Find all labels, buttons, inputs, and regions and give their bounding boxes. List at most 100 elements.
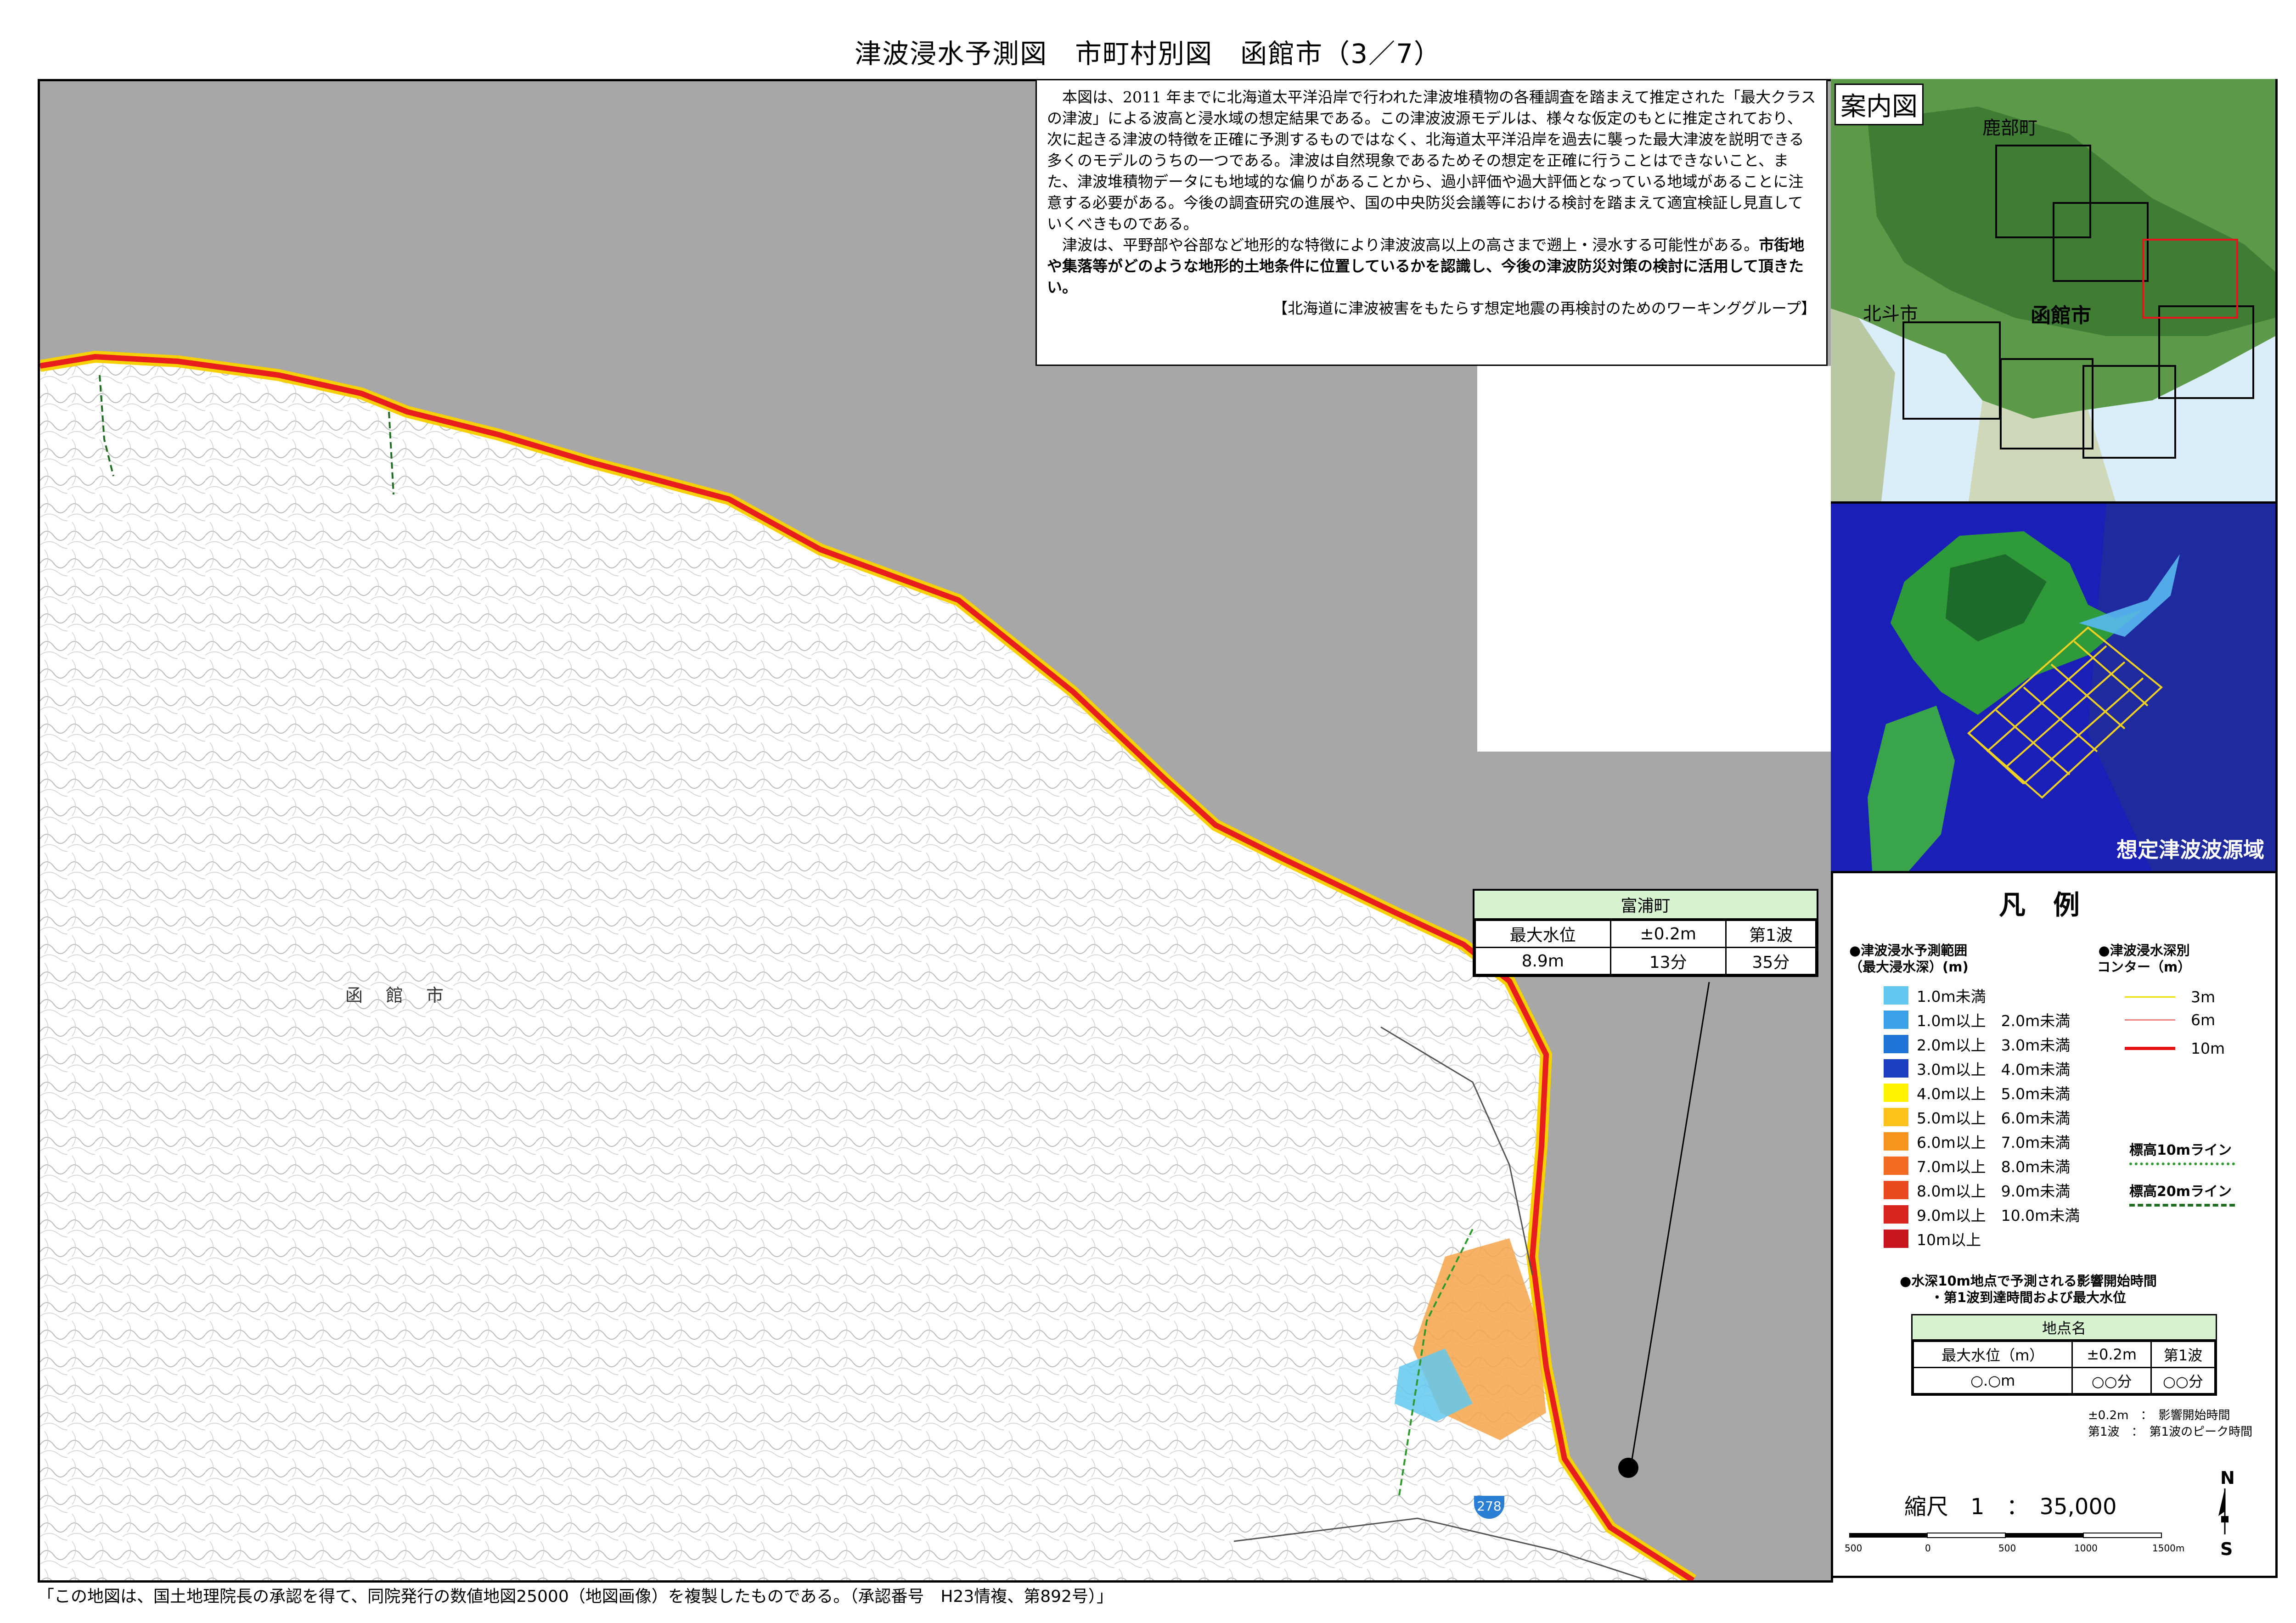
scale-tick-500: 500	[1998, 1543, 2016, 1554]
notice-paragraph-2: 津波は、平野部や谷部など地形的な特徴により津波波高以上の高さまで遡上・浸水する可…	[1047, 235, 1816, 298]
sample-station-box: 地点名 最大水位（m） ±0.2m 第1波 ○.○m ○○分 ○○分	[1911, 1314, 2217, 1396]
station-header-max: 最大水位	[1474, 920, 1611, 948]
sample-station-table: 最大水位（m） ±0.2m 第1波 ○.○m ○○分 ○○分	[1912, 1341, 2216, 1394]
depth-class-row: 3.0m以上 4.0m未満	[1884, 1057, 2070, 1079]
scale-tick-1000: 1000	[2074, 1543, 2098, 1554]
elevation-line-20m	[2129, 1204, 2235, 1207]
depth-class-label: 7.0m以上 8.0m未満	[1917, 1158, 2071, 1176]
depth-class-swatch	[1884, 1205, 1908, 1224]
elevation-row-20m: 標高20mライン	[2129, 1180, 2235, 1207]
sample-value-first-wave: ○○分	[2150, 1367, 2216, 1394]
south-label: S	[2220, 1539, 2233, 1557]
legend: 凡例 ●津波浸水予測範囲 （最大浸水深）(m) ●津波浸水深別 コンター（m） …	[1831, 873, 2275, 1576]
depth-class-row: 8.0m以上 9.0m未満	[1884, 1179, 2070, 1201]
depth-class-label: 5.0m以上 6.0m未満	[1917, 1109, 2071, 1127]
station-value-max: 8.9m	[1474, 947, 1611, 975]
depth-class-label: 9.0m以上 10.0m未満	[1917, 1207, 2080, 1224]
depth-class-swatch	[1884, 1059, 1908, 1078]
station-header-onset: ±0.2m	[1609, 920, 1727, 948]
scale-tick-0: 0	[1925, 1543, 1931, 1554]
depth-class-label: 8.0m以上 9.0m未満	[1917, 1182, 2071, 1200]
guide-label-north-town: 鹿部町	[1982, 118, 2037, 139]
depth-class-swatch	[1884, 1108, 1908, 1126]
depth-class-row: 1.0m以上 2.0m未満	[1884, 1009, 2070, 1031]
depth-class-swatch	[1884, 1230, 1908, 1248]
depth-class-swatch	[1884, 1084, 1908, 1102]
notice-paragraph-2-plain: 津波は、平野部や谷部など地形的な特徴により津波波高以上の高さまで遡上・浸水する可…	[1062, 236, 1759, 254]
contour-row-6m: 6m	[2125, 1011, 2215, 1029]
depth-class-label: 4.0m以上 5.0m未満	[1917, 1085, 2071, 1103]
legend-contour-head: ●津波浸水深別 コンター（m）	[2097, 943, 2191, 975]
contour-line-10m	[2125, 1047, 2175, 1050]
station-value-onset: 13分	[1609, 947, 1727, 975]
depth-class-swatch	[1884, 1181, 1908, 1199]
depth-class-swatch	[1884, 986, 1908, 1005]
note-first-wave: 第1波 ： 第1波のピーク時間	[2088, 1425, 2253, 1439]
guide-map-title: 案内図	[1835, 84, 1924, 125]
elevation-label-10m: 標高10mライン	[2129, 1142, 2232, 1158]
contour-label-3m: 3m	[2191, 988, 2216, 1006]
scale-bar: 500 0 500 1000 1500m	[1845, 1533, 2184, 1554]
note-onset: ±0.2m ： 影響開始時間	[2088, 1409, 2230, 1422]
station-info-box[interactable]: 富浦町 最大水位 ±0.2m 第1波 8.9m 13分 35分	[1473, 889, 1818, 977]
station-header-first-wave: 第1波	[1725, 920, 1817, 948]
station-name: 富浦町	[1474, 891, 1817, 920]
elevation-row-10m: 標高10mライン	[2129, 1139, 2235, 1165]
sample-value-onset: ○○分	[2071, 1367, 2152, 1394]
source-area-map[interactable]: 想定津波波源域	[1831, 504, 2275, 873]
legend-title: 凡例	[1998, 889, 2107, 921]
depth-class-row: 5.0m以上 6.0m未満	[1884, 1106, 2070, 1128]
depth-class-row: 7.0m以上 8.0m未満	[1884, 1155, 2070, 1177]
depth-class-label: 2.0m以上 3.0m未満	[1917, 1036, 2071, 1054]
depth-class-row: 9.0m以上 10.0m未満	[1884, 1203, 2080, 1225]
guide-label-city: 函館市	[2031, 304, 2091, 327]
sample-value-max: ○.○m	[1912, 1367, 2073, 1394]
sample-header-onset: ±0.2m	[2071, 1341, 2152, 1368]
sample-header-max: 最大水位（m）	[1912, 1341, 2073, 1368]
guide-map-svg: 鹿部町 北斗市 函館市	[1831, 79, 2275, 501]
map-city-label: 函館市	[345, 985, 467, 1005]
legend-arrival-head: ●水深10m地点で予測される影響開始時間 ・第1波到達時間および最大水位	[1900, 1273, 2157, 1305]
contour-row-3m: 3m	[2125, 988, 2215, 1006]
contour-label-10m: 10m	[2191, 1039, 2225, 1057]
depth-class-row: 4.0m以上 5.0m未満	[1884, 1082, 2070, 1104]
contour-row-10m: 10m	[2125, 1039, 2225, 1057]
scale-text: 縮尺 1 ： 35,000	[1904, 1494, 2117, 1520]
page-title: 津波浸水予測図 市町村別図 函館市（3／7）	[855, 38, 1441, 69]
notice-box: 本図は、2011 年までに北海道太平洋沿岸で行われた津波堆積物の各種調査を踏まえ…	[1035, 79, 1828, 366]
depth-class-row: 2.0m以上 3.0m未満	[1884, 1033, 2070, 1055]
depth-class-label: 3.0m以上 4.0m未満	[1917, 1061, 2071, 1078]
guide-label-west-city: 北斗市	[1863, 303, 1918, 325]
sample-station-name: 地点名	[1913, 1315, 2216, 1341]
north-arrow-icon: N S	[2218, 1468, 2235, 1557]
station-marker-icon[interactable]	[1618, 1458, 1638, 1478]
depth-class-swatch	[1884, 1157, 1908, 1175]
notice-paragraph-1: 本図は、2011 年までに北海道太平洋沿岸で行われた津波堆積物の各種調査を踏まえ…	[1047, 88, 1816, 233]
depth-class-swatch	[1884, 1132, 1908, 1151]
scale-tick-500-left: 500	[1845, 1543, 1862, 1554]
north-label: N	[2220, 1468, 2235, 1488]
source-map-title: 想定津波波源域	[2116, 837, 2264, 862]
depth-class-row: 10m以上	[1884, 1228, 1981, 1250]
notice-credit: 【北海道に津波被害をもたらす想定地震の再検討のためのワーキンググループ】	[1272, 299, 1816, 317]
legend-inundation-head: ●津波浸水予測範囲 （最大浸水深）(m)	[1849, 943, 1969, 975]
depth-class-row: 6.0m以上 7.0m未満	[1884, 1130, 2070, 1152]
depth-class-swatch	[1884, 1035, 1908, 1053]
depth-class-row: 1.0m未満	[1884, 984, 1986, 1006]
depth-class-label: 1.0m以上 2.0m未満	[1917, 1012, 2071, 1030]
footer-credit: 「この地図は、国土地理院長の承認を得て、同院発行の数値地図25000（地図画像）…	[38, 1587, 1113, 1606]
elevation-label-20m: 標高20mライン	[2129, 1184, 2232, 1200]
source-map-svg	[1831, 504, 2275, 871]
station-value-first-wave: 35分	[1725, 947, 1817, 975]
depth-class-label: 10m以上	[1917, 1231, 1981, 1249]
elevation-line-10m	[2129, 1162, 2235, 1165]
station-table: 最大水位 ±0.2m 第1波 8.9m 13分 35分	[1474, 920, 1817, 975]
depth-class-label: 1.0m未満	[1917, 988, 1986, 1005]
contour-label-6m: 6m	[2191, 1011, 2216, 1029]
contour-line-6m	[2125, 1019, 2175, 1021]
guide-map[interactable]: 案内図 鹿部町 北斗市 函館市	[1831, 79, 2275, 504]
sample-header-first-wave: 第1波	[2150, 1341, 2216, 1368]
depth-class-swatch	[1884, 1011, 1908, 1029]
depth-class-label: 6.0m以上 7.0m未満	[1917, 1134, 2071, 1151]
contour-line-3m	[2125, 996, 2175, 998]
